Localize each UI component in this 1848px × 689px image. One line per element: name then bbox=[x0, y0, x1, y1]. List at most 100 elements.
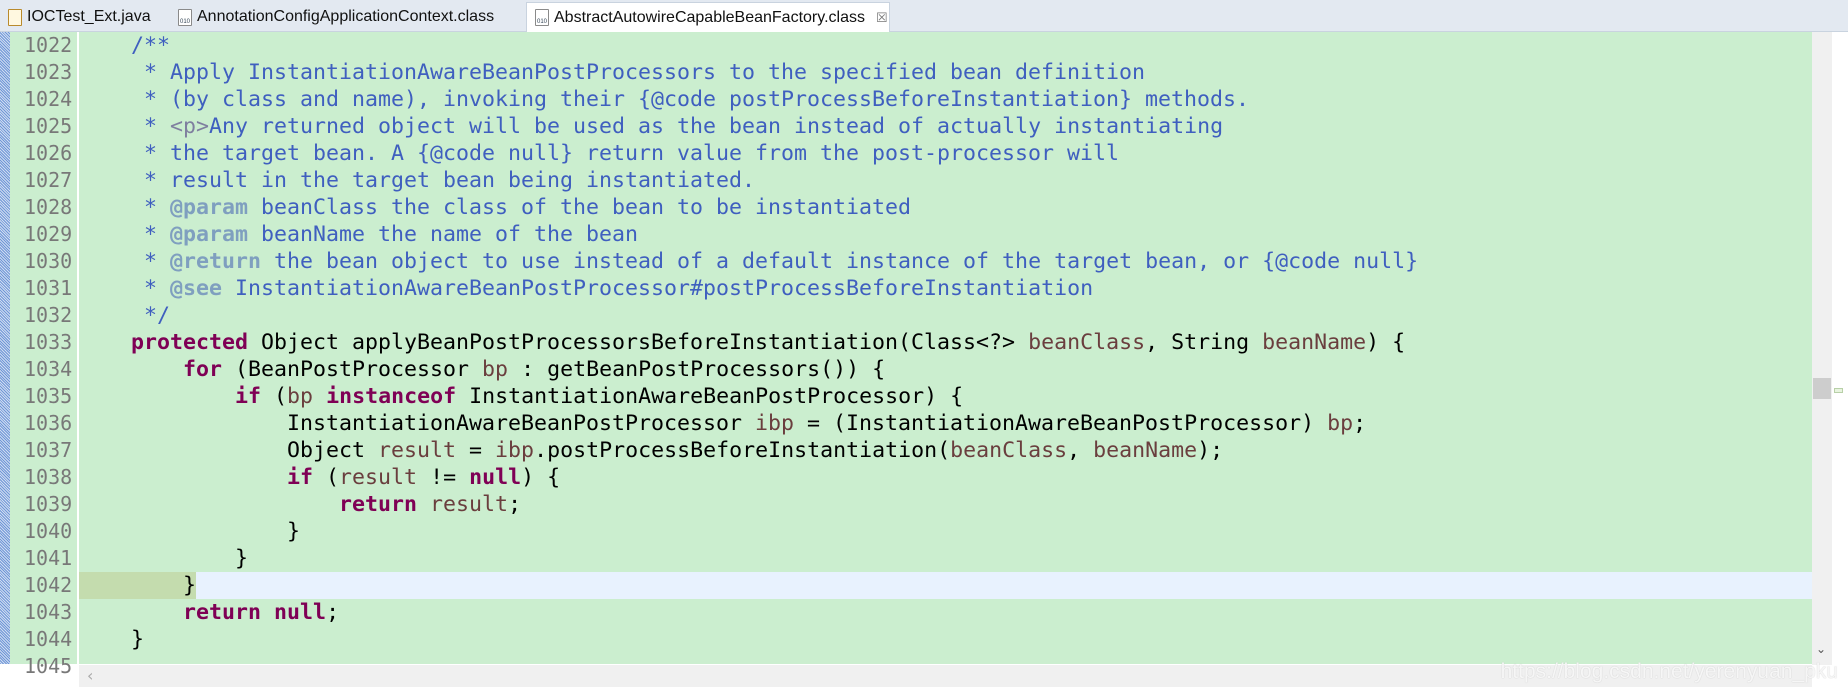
scrollbar-thumb[interactable] bbox=[1813, 378, 1831, 399]
editor-tab-bar: IOCTest_Ext.java 010 AnnotationConfigAppli… bbox=[0, 0, 1848, 32]
code-line: /** bbox=[79, 32, 1812, 59]
tab-ioctest-ext-java[interactable]: IOCTest_Ext.java bbox=[0, 2, 170, 32]
code-line: * @see InstantiationAwareBeanPostProcess… bbox=[79, 275, 1812, 302]
line-number: 1035 bbox=[24, 384, 73, 408]
code-token: ( bbox=[313, 465, 340, 490]
code-line: InstantiationAwareBeanPostProcessor ibp … bbox=[79, 410, 1812, 437]
code-token: ); bbox=[1197, 438, 1224, 463]
line-number: 1045 bbox=[24, 654, 73, 678]
code-token: instanceof bbox=[326, 384, 457, 409]
tab-label: AbstractAutowireCapableBeanFactory.class bbox=[554, 8, 865, 26]
code-token: } bbox=[79, 519, 301, 544]
code-token: beanClass bbox=[950, 438, 1068, 463]
tab-label: AnnotationConfigApplicationContext.class bbox=[197, 8, 495, 25]
line-number: 1038 bbox=[24, 465, 73, 489]
code-line: */ bbox=[79, 302, 1812, 329]
code-token: beanName bbox=[1262, 330, 1367, 355]
line-number: 1029 bbox=[24, 222, 73, 246]
code-token: beanName the name of the bean bbox=[248, 222, 639, 247]
tab-label: IOCTest_Ext.java bbox=[27, 8, 151, 25]
code-line: * @param beanClass the class of the bean… bbox=[79, 194, 1812, 221]
code-token: * bbox=[79, 222, 171, 247]
code-line: } bbox=[79, 518, 1812, 545]
code-token: @param bbox=[170, 195, 249, 220]
code-token: Any returned object will be used as the … bbox=[209, 114, 1224, 139]
code-token: InstantiationAwareBeanPostProcessor bbox=[79, 411, 756, 436]
line-number: 1025 bbox=[24, 114, 73, 138]
code-token: ; bbox=[326, 600, 340, 625]
code-line: * Apply InstantiationAwareBeanPostProces… bbox=[79, 59, 1812, 86]
code-token: * bbox=[79, 249, 171, 274]
watermark: https://blog.csdn.net/yerenyuan_pku bbox=[1500, 660, 1838, 683]
tab-abstractautowirecapablebeanfactory-class[interactable]: 010 AbstractAutowireCapableBeanFactory.cl… bbox=[526, 2, 890, 32]
code-line: if (result != null) { bbox=[79, 464, 1812, 491]
code-token: ; bbox=[1353, 411, 1367, 436]
code-token: /** bbox=[79, 33, 171, 58]
code-token: return bbox=[183, 600, 262, 625]
code-token: , String bbox=[1145, 330, 1263, 355]
tab-annotationconfigapplicationcontext-class[interactable]: 010 AnnotationConfigApplicationContext.cl… bbox=[170, 2, 526, 32]
code-line: Object result = ibp.postProcessBeforeIns… bbox=[79, 437, 1812, 464]
code-token: != bbox=[417, 465, 470, 490]
code-token: <p> bbox=[170, 114, 210, 139]
code-line: } bbox=[79, 545, 1812, 572]
code-token: ) { bbox=[1366, 330, 1406, 355]
line-number: 1034 bbox=[24, 357, 73, 381]
line-number: 1033 bbox=[24, 330, 73, 354]
close-tab-icon[interactable]: ☒ bbox=[876, 10, 888, 26]
code-line: } bbox=[79, 572, 1812, 599]
code-token: ; bbox=[508, 492, 522, 517]
line-number: 1026 bbox=[24, 141, 73, 165]
code-token: * the target bean. A {@code null} return… bbox=[79, 141, 1120, 166]
line-number: 1030 bbox=[24, 249, 73, 273]
scroll-left-icon[interactable]: ‹ bbox=[87, 666, 93, 685]
code-line: protected Object applyBeanPostProcessors… bbox=[79, 329, 1812, 356]
code-token: protected bbox=[131, 330, 249, 355]
line-number: 1036 bbox=[24, 411, 73, 435]
code-line: * <p>Any returned object will be used as… bbox=[79, 113, 1812, 140]
code-token: @param bbox=[170, 222, 249, 247]
line-number: 1031 bbox=[24, 276, 73, 300]
line-number-gutter: 1022⊖10231024102510261027102810291030103… bbox=[10, 32, 87, 678]
code-line: * result in the target bean being instan… bbox=[79, 167, 1812, 194]
overview-ruler[interactable] bbox=[1832, 32, 1848, 689]
code-token: * bbox=[79, 114, 171, 139]
line-number: 1023 bbox=[24, 60, 73, 84]
code-editor[interactable]: /** * Apply InstantiationAwareBeanPostPr… bbox=[79, 32, 1812, 664]
line-number: 1032 bbox=[24, 303, 73, 327]
line-number: 1039 bbox=[24, 492, 73, 516]
code-token: bp bbox=[482, 357, 509, 382]
scroll-down-icon[interactable]: ⌄ bbox=[1816, 642, 1826, 656]
code-token: } bbox=[79, 546, 249, 571]
code-line: if (bp instanceof InstantiationAwareBean… bbox=[79, 383, 1812, 410]
line-number: 1037 bbox=[24, 438, 73, 462]
code-token: Object bbox=[79, 438, 379, 463]
code-token: InstantiationAwareBeanPostProcessor#post… bbox=[222, 276, 1094, 301]
code-token: : getBeanPostProcessors()) { bbox=[508, 357, 886, 382]
code-token: = bbox=[456, 438, 496, 463]
code-token: @see bbox=[170, 276, 223, 301]
code-line: * the target bean. A {@code null} return… bbox=[79, 140, 1812, 167]
overview-marker[interactable] bbox=[1834, 388, 1843, 393]
code-token: } bbox=[79, 627, 145, 652]
code-token: beanName bbox=[1093, 438, 1198, 463]
code-token: */ bbox=[79, 303, 171, 328]
code-token: * Apply InstantiationAwareBeanPostProces… bbox=[79, 60, 1146, 85]
code-token: @return bbox=[170, 249, 262, 274]
code-token: result bbox=[430, 492, 509, 517]
code-token: the bean object to use instead of a defa… bbox=[261, 249, 1419, 274]
vertical-scrollbar[interactable]: ⌄ bbox=[1812, 32, 1832, 665]
code-line: } bbox=[79, 626, 1812, 653]
code-token: .postProcessBeforeInstantiation( bbox=[534, 438, 951, 463]
code-token: ( bbox=[261, 384, 288, 409]
code-token: null bbox=[274, 600, 327, 625]
annotation-ruler bbox=[0, 32, 10, 664]
code-line: for (BeanPostProcessor bp : getBeanPostP… bbox=[79, 356, 1812, 383]
code-line: * @return the bean object to use instead… bbox=[79, 248, 1812, 275]
code-token: for bbox=[183, 357, 223, 382]
